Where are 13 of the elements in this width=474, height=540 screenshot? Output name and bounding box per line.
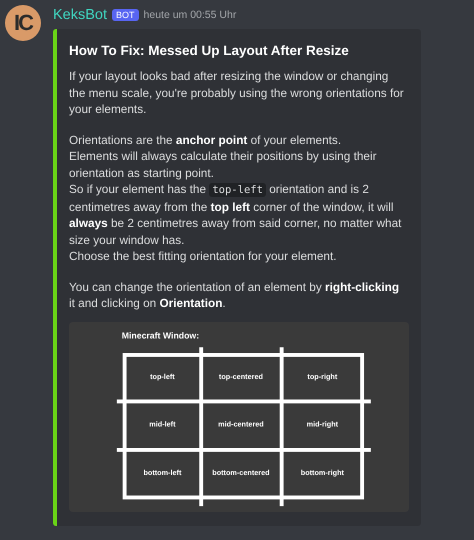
paragraph: Elements will always calculate their positions by using their orientation as starting point. [69, 148, 378, 181]
paragraph: Choose the best fitting orientation for your element. [69, 248, 338, 264]
embed-title: How To Fix: Messed Up Layout After Resize [69, 43, 350, 58]
paragraph: You can change the orientation of an element by right-clicking it and clicking on Orientation. [69, 278, 400, 312]
paragraph: Orientations are the anchor point of your elements. [69, 132, 342, 148]
bot-tag: BOT [112, 9, 139, 21]
inline-code: top-left [209, 183, 266, 197]
paragraph: So if your element has the top-left orientation and is 2 centimetres away from the top left corner of the window, it will always be 2 centimetres away from said corner, no matter what size your window has. [69, 181, 402, 248]
author-name[interactable]: KeksBot [53, 7, 107, 23]
avatar[interactable]: IC [5, 5, 41, 41]
paragraph: If your layout looks bad after resizing the window or changing the menu scale, you're probably using the wrong orientations for your elements. [69, 68, 405, 118]
timestamp: heute um 00:55 Uhr [144, 9, 236, 21]
diagram-title: Minecraft Window: [122, 330, 200, 340]
